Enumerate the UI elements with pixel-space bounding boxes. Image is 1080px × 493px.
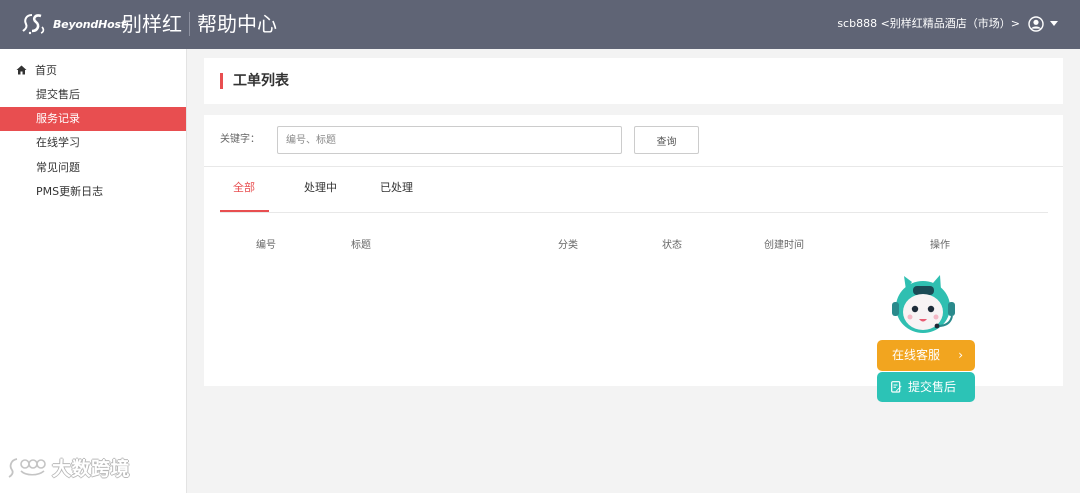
query-button[interactable]: 查询: [634, 126, 699, 154]
chevron-right-icon: ›: [958, 348, 963, 362]
sidebar-item-label: 首页: [35, 64, 57, 77]
watermark-text: 大数跨境: [52, 458, 131, 480]
page-title: 工单列表: [233, 73, 289, 89]
sidebar-item-submit-aftersale[interactable]: 提交售后: [0, 83, 186, 107]
brand-name: 别样红: [122, 12, 182, 36]
logo[interactable]: BeyondHost: [22, 11, 126, 37]
user-avatar-icon[interactable]: [1028, 16, 1044, 32]
sidebar-item-service-records[interactable]: 服务记录: [0, 107, 186, 131]
watermark-logo-icon: [8, 457, 46, 478]
edit-form-icon: [891, 381, 902, 393]
beyondhost-logo-icon: [22, 14, 45, 35]
brand-divider: [189, 12, 190, 36]
title-accent-bar: [220, 73, 223, 89]
watermark: 大数跨境: [8, 454, 130, 481]
divider: [204, 166, 1063, 167]
sidebar-item-faq[interactable]: 常见问题: [0, 156, 186, 180]
submit-aftersale-button[interactable]: 提交售后: [877, 372, 975, 402]
column-header-actions: 操作: [930, 240, 950, 251]
online-support-label: 在线客服: [892, 348, 941, 362]
keyword-label: 关键字：: [220, 134, 260, 145]
app-title: 帮助中心: [197, 12, 277, 36]
page-header-card: 工单列表: [204, 58, 1063, 104]
sidebar-item-home[interactable]: 首页: [16, 62, 57, 78]
home-icon: [16, 65, 27, 75]
tabs-divider: [220, 212, 1048, 213]
sidebar-item-pms-changelog[interactable]: PMS更新日志: [0, 180, 186, 204]
top-bar: BeyondHost 别样红 帮助中心 scb888 <别样红精品酒店（市场）>: [0, 0, 1080, 49]
user-account-label[interactable]: scb888 <别样红精品酒店（市场）>: [837, 17, 1020, 31]
column-header-title: 标题: [351, 240, 371, 251]
sidebar-item-online-learning[interactable]: 在线学习: [0, 131, 186, 155]
online-support-button[interactable]: 在线客服 ›: [877, 340, 975, 371]
tab-processing[interactable]: 处理中: [304, 181, 337, 195]
column-header-created-time: 创建时间: [764, 240, 804, 251]
logo-text: BeyondHost: [53, 17, 126, 31]
keyword-search-input[interactable]: [277, 126, 622, 154]
tab-processed[interactable]: 已处理: [380, 181, 413, 195]
column-header-number: 编号: [256, 240, 276, 251]
submit-aftersale-label: 提交售后: [908, 380, 957, 394]
sidebar: 首页 提交售后 服务记录 在线学习 常见问题 PMS更新日志: [0, 49, 187, 493]
column-header-status: 状态: [662, 240, 682, 251]
support-mascot-icon[interactable]: [888, 274, 963, 340]
caret-down-icon[interactable]: [1050, 21, 1058, 26]
tab-all[interactable]: 全部: [233, 181, 255, 195]
column-header-category: 分类: [558, 240, 578, 251]
